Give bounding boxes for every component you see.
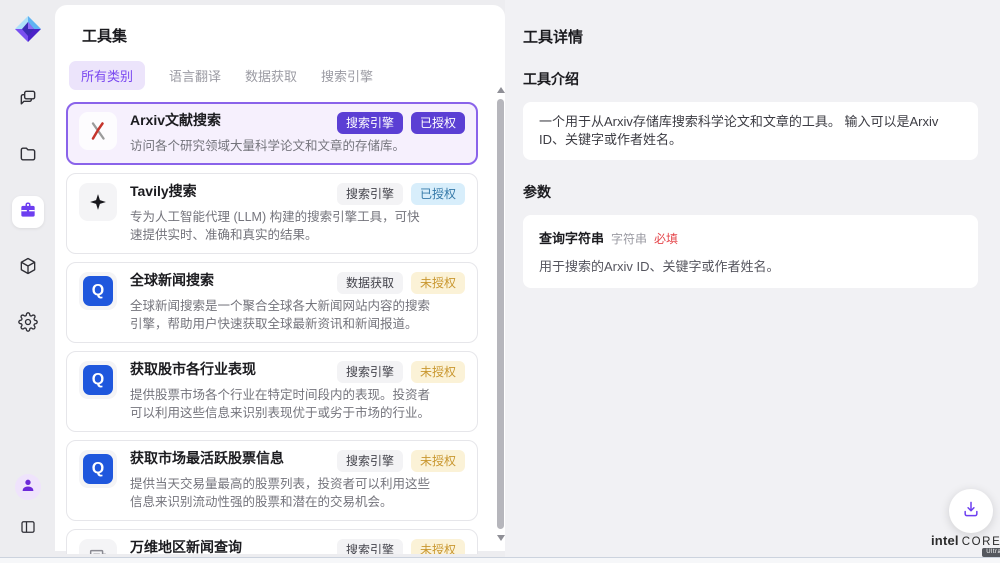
sidebar-item-models[interactable] — [12, 252, 44, 284]
param-name: 查询字符串 — [539, 228, 604, 247]
app-logo-icon — [13, 14, 43, 44]
tool-card-arxiv[interactable]: Arxiv文献搜索 搜索引擎 已授权 访问各个研究领域大量科学论文和文章的存储库… — [66, 102, 478, 165]
page-title: 工具集 — [82, 25, 505, 46]
tool-description: 提供当天交易量最高的股票列表，投资者可以利用这些信息来识别流动性强的股票和潜在的… — [130, 475, 430, 511]
tool-description: 专为人工智能代理 (LLM) 构建的搜索引擎工具，可快速提供实时、准确和真实的结… — [130, 208, 430, 244]
intel-wordmark: intel — [931, 533, 959, 548]
folder-icon — [18, 144, 38, 169]
tool-card-regional-news[interactable]: 万维地区新闻查询 搜索引擎 未授权 查询具体行政区划内的新闻，快速了解各地新闻动 — [66, 529, 478, 554]
auth-status-badge: 未授权 — [411, 361, 465, 383]
sidebar-item-files[interactable] — [12, 140, 44, 172]
chat-icon — [18, 88, 38, 113]
category-badge: 搜索引擎 — [337, 183, 403, 205]
category-badge: 搜索引擎 — [337, 450, 403, 472]
tool-title: 获取股市各行业表现 — [130, 361, 256, 378]
tool-card-most-active-stocks[interactable]: Q 获取市场最活跃股票信息 搜索引擎 未授权 提供当天交易量最高的股票列表，投资… — [66, 440, 478, 521]
sparkle-icon — [79, 183, 117, 221]
user-avatar[interactable] — [15, 474, 41, 500]
param-required-badge: 必填 — [654, 230, 678, 247]
scroll-up-arrow[interactable] — [497, 87, 505, 93]
panel-toggle-button[interactable] — [12, 513, 44, 545]
tool-list-panel: 工具集 所有类别 语言翻译 数据获取 搜索引擎 Arxiv文献搜索 搜索引擎 已… — [55, 5, 505, 551]
tab-all-categories[interactable]: 所有类别 — [69, 61, 145, 90]
cube-icon — [18, 256, 38, 281]
param-description: 用于搜索的Arxiv ID、关键字或作者姓名。 — [539, 256, 962, 275]
tool-card-tavily[interactable]: Tavily搜索 搜索引擎 已授权 专为人工智能代理 (LLM) 构建的搜索引擎… — [66, 173, 478, 254]
category-tabs: 所有类别 语言翻译 数据获取 搜索引擎 — [69, 61, 505, 90]
auth-status-badge: 未授权 — [411, 539, 465, 554]
tool-title: 获取市场最活跃股票信息 — [130, 450, 284, 467]
tab-data-acquisition[interactable]: 数据获取 — [245, 61, 297, 90]
list-scrollbar[interactable] — [496, 87, 505, 541]
category-badge: 搜索引擎 — [337, 112, 403, 134]
auth-status-badge: 已授权 — [411, 112, 465, 134]
ultra-badge: Ultra — [982, 548, 1000, 557]
core-wordmark: CORE — [962, 536, 1000, 548]
category-badge: 搜索引擎 — [337, 539, 403, 554]
tool-card-list: Arxiv文献搜索 搜索引擎 已授权 访问各个研究领域大量科学论文和文章的存储库… — [66, 102, 478, 554]
tool-card-global-news[interactable]: Q 全球新闻搜索 数据获取 未授权 全球新闻搜索是一个聚合全球各大新闻网站内容的… — [66, 262, 478, 343]
scroll-down-arrow[interactable] — [497, 535, 505, 541]
sidebar-item-settings[interactable] — [12, 308, 44, 340]
params-heading: 参数 — [523, 182, 978, 202]
auth-status-badge: 未授权 — [411, 272, 465, 294]
gear-icon — [18, 312, 38, 337]
tool-intro-text: 一个用于从Arxiv存储库搜索科学论文和文章的工具。 输入可以是Arxiv ID… — [523, 102, 978, 160]
newspaper-icon — [79, 539, 117, 554]
param-type: 字符串 — [611, 230, 647, 247]
tool-title: 全球新闻搜索 — [130, 272, 214, 289]
download-icon — [961, 499, 981, 524]
category-badge: 数据获取 — [337, 272, 403, 294]
parameter-item: 查询字符串 字符串 必填 用于搜索的Arxiv ID、关键字或作者姓名。 — [523, 215, 978, 288]
sidebar — [0, 0, 55, 557]
toolbox-icon — [18, 200, 38, 225]
q-search-icon: Q — [79, 450, 117, 488]
detail-title: 工具详情 — [523, 26, 978, 47]
tool-description: 全球新闻搜索是一个聚合全球各大新闻网站内容的搜索引擎，帮助用户快速获取全球最新资… — [130, 297, 430, 333]
tool-title: 万维地区新闻查询 — [130, 539, 242, 554]
tool-title: Arxiv文献搜索 — [130, 112, 221, 129]
sidebar-item-chat[interactable] — [12, 84, 44, 116]
user-icon — [20, 477, 36, 498]
tab-search-engine[interactable]: 搜索引擎 — [321, 61, 373, 90]
category-badge: 搜索引擎 — [337, 361, 403, 383]
tool-detail-panel: 工具详情 工具介绍 一个用于从Arxiv存储库搜索科学论文和文章的工具。 输入可… — [505, 0, 1000, 557]
download-button[interactable] — [949, 489, 993, 533]
tool-description: 访问各个研究领域大量科学论文和文章的存储库。 — [130, 137, 430, 155]
auth-status-badge: 已授权 — [411, 183, 465, 205]
tool-description: 提供股票市场各个行业在特定时间段内的表现。投资者可以利用这些信息来识别表现优于或… — [130, 386, 430, 422]
auth-status-badge: 未授权 — [411, 450, 465, 472]
tool-title: Tavily搜索 — [130, 183, 197, 200]
q-search-icon: Q — [79, 272, 117, 310]
intel-core-logo: intel CORE Ultra — [931, 533, 1000, 548]
intro-heading: 工具介绍 — [523, 69, 978, 89]
tool-card-sector-performance[interactable]: Q 获取股市各行业表现 搜索引擎 未授权 提供股票市场各个行业在特定时间段内的表… — [66, 351, 478, 432]
sidebar-item-tools[interactable] — [12, 196, 44, 228]
q-search-icon: Q — [79, 361, 117, 399]
tab-language-translation[interactable]: 语言翻译 — [169, 61, 221, 90]
bottom-edge-divider — [0, 557, 1000, 563]
scrollbar-thumb[interactable] — [497, 99, 504, 529]
panel-toggle-icon — [19, 518, 37, 541]
arxiv-icon — [79, 112, 117, 150]
